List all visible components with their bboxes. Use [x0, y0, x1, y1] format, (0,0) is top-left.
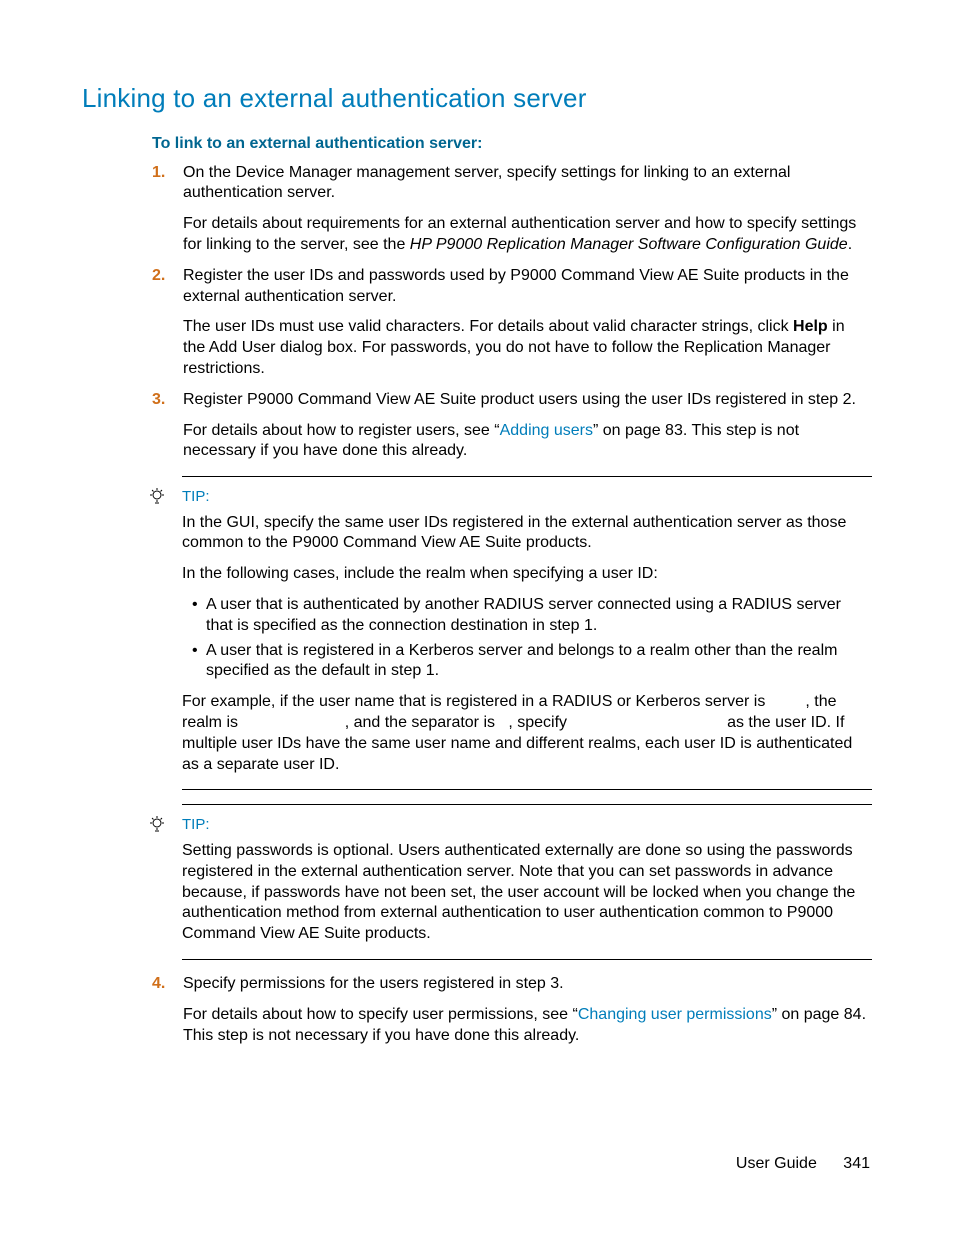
lightbulb-icon [148, 487, 166, 512]
tip-text: In the following cases, include the real… [182, 564, 872, 585]
step-text: The user IDs must use valid characters. … [183, 317, 870, 379]
doc-ref: HP P9000 Replication Manager Software Co… [410, 236, 848, 253]
lightbulb-icon [148, 815, 166, 840]
step-number: 4. [152, 974, 165, 995]
tip-text: Setting passwords is optional. Users aut… [182, 841, 872, 945]
tip-label: TIP: [182, 815, 872, 835]
step-text: Register the user IDs and passwords used… [183, 266, 870, 308]
tip-bullet: A user that is authenticated by another … [206, 595, 872, 637]
step-number: 3. [152, 390, 165, 411]
tip-text: For example, if the user name that is re… [182, 692, 872, 775]
section-title: Linking to an external authentication se… [82, 82, 870, 116]
step-2: 2. Register the user IDs and passwords u… [152, 266, 870, 380]
page-number: 341 [843, 1155, 870, 1172]
tip-label: TIP: [182, 487, 872, 507]
step-3: 3. Register P9000 Command View AE Suite … [152, 390, 870, 462]
xref-changing-permissions[interactable]: Changing user permissions [578, 1006, 772, 1023]
footer-label: User Guide [736, 1155, 817, 1172]
step-text: For details about requirements for an ex… [183, 214, 870, 256]
xref-adding-users[interactable]: Adding users [500, 422, 593, 439]
step-text: Register P9000 Command View AE Suite pro… [183, 390, 870, 411]
tip-bullet: A user that is registered in a Kerberos … [206, 641, 872, 683]
step-number: 1. [152, 163, 165, 184]
step-number: 2. [152, 266, 165, 287]
page-footer: User Guide 341 [736, 1154, 870, 1175]
step-text: On the Device Manager management server,… [183, 163, 870, 205]
step-text: Specify permissions for the users regist… [183, 974, 870, 995]
step-1: 1. On the Device Manager management serv… [152, 163, 870, 256]
step-text: For details about how to specify user pe… [183, 1005, 870, 1047]
tip-box: TIP: Setting passwords is optional. User… [182, 804, 872, 959]
step-text: For details about how to register users,… [183, 421, 870, 463]
tip-box: TIP: In the GUI, specify the same user I… [182, 476, 872, 790]
tip-text: In the GUI, specify the same user IDs re… [182, 513, 872, 555]
step-4: 4. Specify permissions for the users reg… [152, 974, 870, 1046]
procedure-heading: To link to an external authentication se… [152, 134, 870, 155]
ui-label-help: Help [793, 318, 828, 335]
